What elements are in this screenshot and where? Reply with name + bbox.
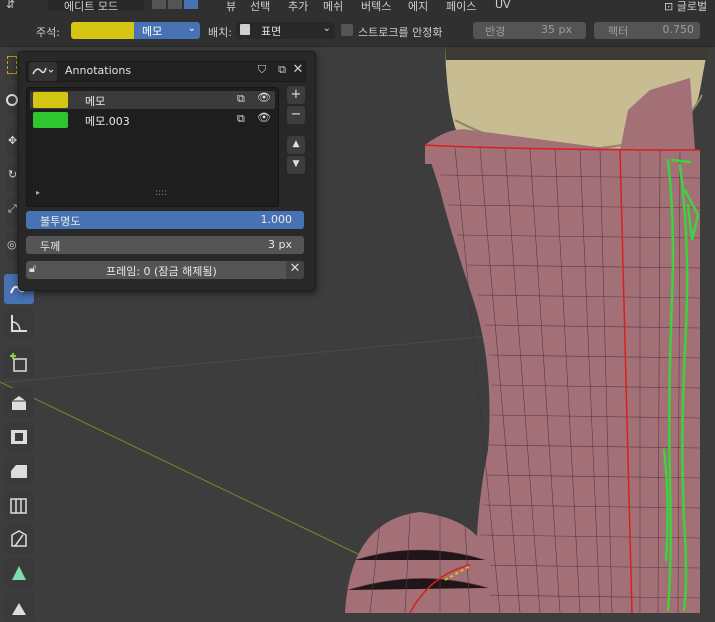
onion-skin-icon[interactable]: ⧉ [237, 92, 245, 106]
annotation-datablock-icon [32, 67, 54, 75]
stabilize-label: 스트로크를 안정화 [358, 26, 443, 39]
add-layer-button[interactable]: + [287, 86, 305, 104]
menu-add[interactable]: 추가 [288, 0, 308, 14]
fake-user-shield-icon[interactable]: ⛉ [253, 63, 271, 80]
chevron-down-icon: ⌄ [322, 23, 331, 34]
annotation-color-swatch[interactable] [71, 22, 134, 39]
placement-dropdown[interactable]: 표면 ⌄ [236, 22, 335, 39]
annotation-layer-dropdown[interactable]: 메모 ⌄ [134, 22, 200, 39]
datablock-selector: Annotations ⛉ ⧉ ✕ [26, 61, 306, 82]
factor-field[interactable]: 팩터 0.750 [594, 22, 700, 39]
opacity-value: 1.000 [260, 213, 293, 226]
face-select-icon[interactable] [184, 0, 198, 9]
opacity-slider[interactable]: 불투명도 1.000 [26, 211, 304, 229]
layer-color-swatch[interactable] [33, 112, 68, 128]
scale-icon: ⤢ [8, 202, 17, 215]
measure-icon [11, 315, 27, 332]
menu-select[interactable]: 선택 [250, 0, 270, 14]
browse-annotation-button[interactable] [29, 62, 57, 81]
knife-tool[interactable] [4, 524, 34, 554]
layer-name: 메모.003 [85, 115, 130, 128]
bevel-tool[interactable] [4, 456, 34, 486]
add-cube-tool[interactable] [4, 348, 34, 378]
orientation-label: 글로벌 [676, 0, 708, 13]
eye-icon[interactable]: 👁 [257, 91, 271, 104]
extrude-tool[interactable] [4, 388, 34, 418]
annotation-layer-list: 메모 ⧉ 👁 메모.003 ⧉ 👁 ▸ :::: [26, 87, 279, 207]
thickness-field[interactable]: 두께 3 px [26, 236, 304, 254]
spin-icon [12, 603, 26, 615]
annotations-popover: Annotations ⛉ ⧉ ✕ 메모 ⧉ 👁 메모.003 ⧉ 👁 ▸ ::… [18, 51, 316, 291]
layer-item[interactable]: 메모 ⧉ 👁 [30, 91, 275, 109]
radius-field[interactable]: 반경 35 px [473, 22, 586, 39]
rotate-icon: ↻ [8, 168, 18, 181]
loop-cut-icon [10, 498, 27, 514]
menubar: ⇵ 에디트 모드 뷰 선택 추가 메쉬 버텍스 에지 페이스 UV ⊡ 글로벌 [0, 0, 715, 13]
orientation-icon: ⊡ [664, 0, 674, 13]
placement-label: 배치: [208, 26, 232, 39]
radius-value: 35 px [541, 23, 572, 36]
menu-view[interactable]: 뷰 [226, 0, 236, 14]
cursor-icon [6, 94, 18, 106]
thickness-label: 두께 [40, 240, 61, 253]
knife-icon [11, 530, 27, 547]
menu-uv[interactable]: UV [495, 0, 511, 11]
move-layer-down-button[interactable]: ▼ [287, 156, 305, 174]
bevel-icon [11, 465, 27, 478]
unlink-close-icon[interactable]: ✕ [291, 62, 305, 79]
annotation-name: 메모 [142, 25, 163, 38]
spin-tool[interactable] [4, 592, 34, 622]
layer-item[interactable]: 메모.003 ⧉ 👁 [30, 111, 275, 129]
eye-icon[interactable]: 👁 [257, 111, 271, 124]
layer-name: 메모 [85, 95, 106, 108]
measure-tool[interactable] [4, 308, 34, 338]
frame-text: 프레임: 0 (잠금 해제됨) [106, 265, 217, 278]
factor-label: 팩터 [608, 25, 629, 38]
factor-value: 0.750 [662, 23, 695, 36]
menu-edge[interactable]: 에지 [408, 0, 428, 14]
placement-value: 표면 [261, 25, 282, 38]
vertex-select-icon[interactable] [152, 0, 166, 9]
editor-type-icon[interactable]: ⇵ [6, 0, 15, 11]
duplicate-datablock-icon[interactable]: ⧉ [273, 63, 291, 80]
onion-skin-icon[interactable]: ⧉ [237, 112, 245, 126]
frame-clear-close-icon[interactable]: ✕ [286, 261, 304, 279]
loop-cut-tool[interactable] [4, 490, 34, 520]
stabilize-checkbox[interactable] [341, 24, 353, 36]
radius-label: 반경 [485, 25, 506, 38]
layer-color-swatch[interactable] [33, 92, 68, 108]
opacity-label: 불투명도 [40, 215, 81, 228]
select-mode-buttons[interactable] [152, 0, 212, 11]
inset-icon [11, 430, 27, 444]
poly-build-tool[interactable] [4, 558, 34, 588]
move-icon: ✥ [8, 134, 18, 147]
extrude-icon [12, 396, 26, 410]
surface-icon [240, 24, 250, 35]
transform-orientation[interactable]: ⊡ 글로벌 [664, 0, 707, 14]
add-cube-icon [10, 353, 27, 372]
menu-mesh[interactable]: 메쉬 [323, 0, 343, 14]
remove-layer-button[interactable]: − [287, 106, 305, 124]
unlock-icon[interactable]: 🔓︎ [29, 262, 36, 276]
frame-lock-row: 🔓︎ 프레임: 0 (잠금 해제됨) ✕ [26, 261, 304, 279]
edge-select-icon[interactable] [168, 0, 182, 9]
thickness-value: 3 px [268, 238, 292, 251]
menu-vertex[interactable]: 버텍스 [361, 0, 391, 14]
inset-tool[interactable] [4, 422, 34, 452]
datablock-name[interactable]: Annotations [65, 64, 131, 77]
transform-icon: ◎ [7, 238, 17, 251]
list-options-toggle-icon[interactable]: ▸ [36, 188, 40, 197]
menu-face[interactable]: 페이스 [446, 0, 476, 14]
chevron-down-icon: ⌄ [187, 23, 196, 34]
poly-build-icon [12, 566, 26, 580]
mode-selector[interactable]: 에디트 모드 [48, 0, 144, 13]
move-layer-up-button[interactable]: ▲ [287, 136, 305, 154]
annotation-label: 주석: [36, 26, 60, 39]
mode-label: 에디트 모드 [64, 0, 119, 13]
list-resize-grip[interactable]: :::: [155, 188, 167, 198]
